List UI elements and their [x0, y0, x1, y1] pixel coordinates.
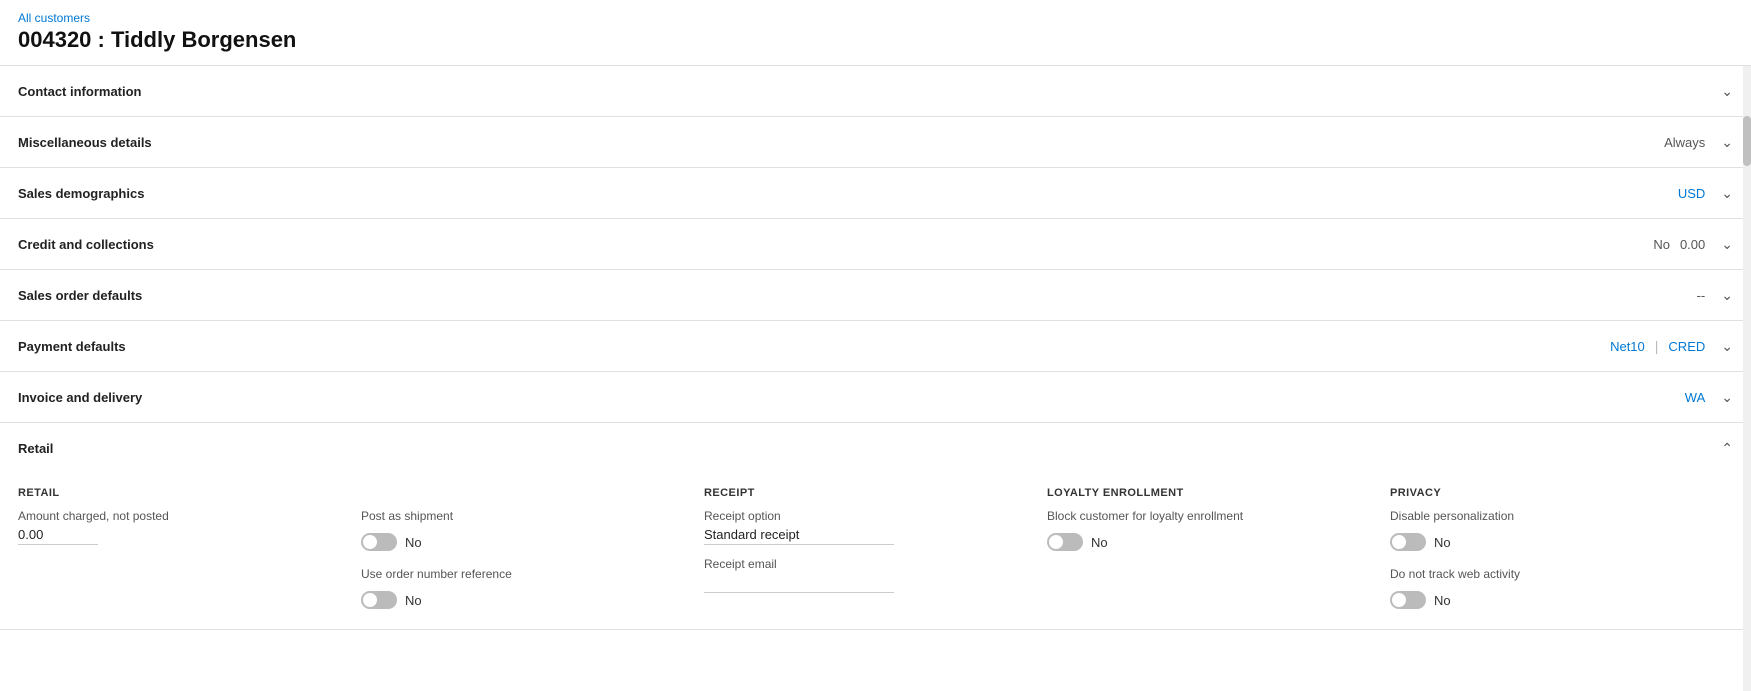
disable-personalization-value: No	[1434, 535, 1451, 550]
retail-amount-label: Amount charged, not posted	[18, 509, 331, 523]
do-not-track-label: Do not track web activity	[1390, 567, 1703, 581]
do-not-track-toggle[interactable]	[1390, 591, 1426, 609]
section-meta-payment-defaults: Net10 | CRED ⌄	[1610, 338, 1733, 355]
section-header-sales-order-defaults[interactable]: Sales order defaults -- ⌄	[0, 270, 1751, 320]
pipe-divider: |	[1655, 338, 1659, 354]
chevron-down-icon: ⌄	[1721, 134, 1733, 151]
use-order-number-toggle[interactable]	[361, 591, 397, 609]
section-meta-value-net10: Net10	[1610, 339, 1645, 354]
disable-personalization-toggle[interactable]	[1390, 533, 1426, 551]
section-title-sales-order-defaults: Sales order defaults	[18, 288, 142, 303]
content-area: Contact information ⌄ Miscellaneous deta…	[0, 66, 1751, 691]
section-sales-demographics: Sales demographics USD ⌄	[0, 168, 1751, 219]
section-invoice-and-delivery: Invoice and delivery WA ⌄	[0, 372, 1751, 423]
retail-col-receipt: RECEIPT Receipt option Receipt email	[704, 487, 1047, 609]
page-header: All customers 004320 : Tiddly Borgensen	[0, 0, 1751, 66]
section-meta-value-cred: CRED	[1668, 339, 1705, 354]
block-customer-toggle[interactable]	[1047, 533, 1083, 551]
chevron-down-icon: ⌄	[1721, 287, 1733, 304]
scrollbar-thumb[interactable]	[1743, 116, 1751, 166]
section-contact-information: Contact information ⌄	[0, 66, 1751, 117]
retail-col-retail: RETAIL Amount charged, not posted 0.00	[18, 487, 361, 609]
scrollbar-track	[1743, 66, 1751, 691]
retail-grid: RETAIL Amount charged, not posted 0.00 P…	[18, 487, 1733, 609]
use-order-number-value: No	[405, 593, 422, 608]
do-not-track-row: No	[1390, 591, 1703, 609]
disable-personalization-row: No	[1390, 533, 1703, 551]
section-meta-value-dash: --	[1697, 288, 1706, 303]
section-meta-credit-and-collections: No 0.00 ⌄	[1653, 236, 1733, 253]
section-miscellaneous-details: Miscellaneous details Always ⌄	[0, 117, 1751, 168]
do-not-track-value: No	[1434, 593, 1451, 608]
page-wrapper: All customers 004320 : Tiddly Borgensen …	[0, 0, 1751, 691]
block-customer-label: Block customer for loyalty enrollment	[1047, 509, 1360, 523]
use-order-number-row: No	[361, 591, 674, 609]
post-as-shipment-toggle[interactable]	[361, 533, 397, 551]
chevron-down-icon: ⌄	[1721, 236, 1733, 253]
retail-col-privacy: PRIVACY Disable personalization No Do no…	[1390, 487, 1733, 609]
section-meta-retail: ⌃	[1715, 440, 1733, 457]
section-header-contact-information[interactable]: Contact information ⌄	[0, 66, 1751, 116]
section-sales-order-defaults: Sales order defaults -- ⌄	[0, 270, 1751, 321]
chevron-down-icon: ⌄	[1721, 389, 1733, 406]
section-meta-value-wa: WA	[1685, 390, 1705, 405]
chevron-down-icon: ⌄	[1721, 185, 1733, 202]
post-as-shipment-value: No	[405, 535, 422, 550]
section-header-invoice-and-delivery[interactable]: Invoice and delivery WA ⌄	[0, 372, 1751, 422]
loyalty-col-label: LOYALTY ENROLLMENT	[1047, 487, 1360, 499]
section-meta-value-amount: 0.00	[1680, 237, 1705, 252]
section-title-miscellaneous-details: Miscellaneous details	[18, 135, 152, 150]
section-header-miscellaneous-details[interactable]: Miscellaneous details Always ⌄	[0, 117, 1751, 167]
retail-amount-value: 0.00	[18, 527, 98, 545]
section-meta-value-no: No	[1653, 237, 1670, 252]
receipt-col-label: RECEIPT	[704, 487, 1017, 499]
section-title-retail: Retail	[18, 441, 53, 456]
section-meta-value-misc: Always	[1664, 135, 1705, 150]
section-title-payment-defaults: Payment defaults	[18, 339, 126, 354]
receipt-option-input[interactable]	[704, 527, 894, 545]
receipt-email-input[interactable]	[704, 575, 894, 593]
chevron-down-icon: ⌄	[1721, 338, 1733, 355]
retail-col-label: RETAIL	[18, 487, 331, 499]
retail-col-loyalty: LOYALTY ENROLLMENT Block customer for lo…	[1047, 487, 1390, 609]
section-meta-sales-order-defaults: -- ⌄	[1697, 287, 1733, 304]
receipt-email-label: Receipt email	[704, 557, 1017, 571]
section-meta-contact-information: ⌄	[1715, 83, 1733, 100]
section-credit-and-collections: Credit and collections No 0.00 ⌄	[0, 219, 1751, 270]
receipt-option-label: Receipt option	[704, 509, 1017, 523]
chevron-down-icon: ⌄	[1721, 83, 1733, 100]
disable-personalization-label: Disable personalization	[1390, 509, 1703, 523]
section-retail: Retail ⌃ RETAIL Amount charged, not post…	[0, 423, 1751, 630]
section-title-sales-demographics: Sales demographics	[18, 186, 144, 201]
section-meta-miscellaneous-details: Always ⌄	[1664, 134, 1733, 151]
section-header-retail[interactable]: Retail ⌃	[0, 423, 1751, 473]
privacy-col-label: PRIVACY	[1390, 487, 1703, 499]
section-title-credit-and-collections: Credit and collections	[18, 237, 154, 252]
retail-section-body: RETAIL Amount charged, not posted 0.00 P…	[0, 473, 1751, 629]
page-title: 004320 : Tiddly Borgensen	[18, 27, 1733, 53]
section-header-sales-demographics[interactable]: Sales demographics USD ⌄	[0, 168, 1751, 218]
section-meta-value-usd: USD	[1678, 186, 1705, 201]
section-payment-defaults: Payment defaults Net10 | CRED ⌄	[0, 321, 1751, 372]
section-title-invoice-and-delivery: Invoice and delivery	[18, 390, 142, 405]
use-order-number-label: Use order number reference	[361, 567, 674, 581]
section-header-payment-defaults[interactable]: Payment defaults Net10 | CRED ⌄	[0, 321, 1751, 371]
section-header-credit-and-collections[interactable]: Credit and collections No 0.00 ⌄	[0, 219, 1751, 269]
breadcrumb[interactable]: All customers	[18, 11, 90, 25]
retail-col-label-empty	[361, 487, 674, 499]
block-customer-row: No	[1047, 533, 1360, 551]
chevron-up-icon: ⌃	[1721, 440, 1733, 457]
block-customer-value: No	[1091, 535, 1108, 550]
section-title-contact-information: Contact information	[18, 84, 142, 99]
post-as-shipment-row: No	[361, 533, 674, 551]
section-meta-sales-demographics: USD ⌄	[1678, 185, 1733, 202]
section-meta-invoice-and-delivery: WA ⌄	[1685, 389, 1733, 406]
post-as-shipment-label: Post as shipment	[361, 509, 674, 523]
retail-col-shipment: Post as shipment No Use order number ref…	[361, 487, 704, 609]
